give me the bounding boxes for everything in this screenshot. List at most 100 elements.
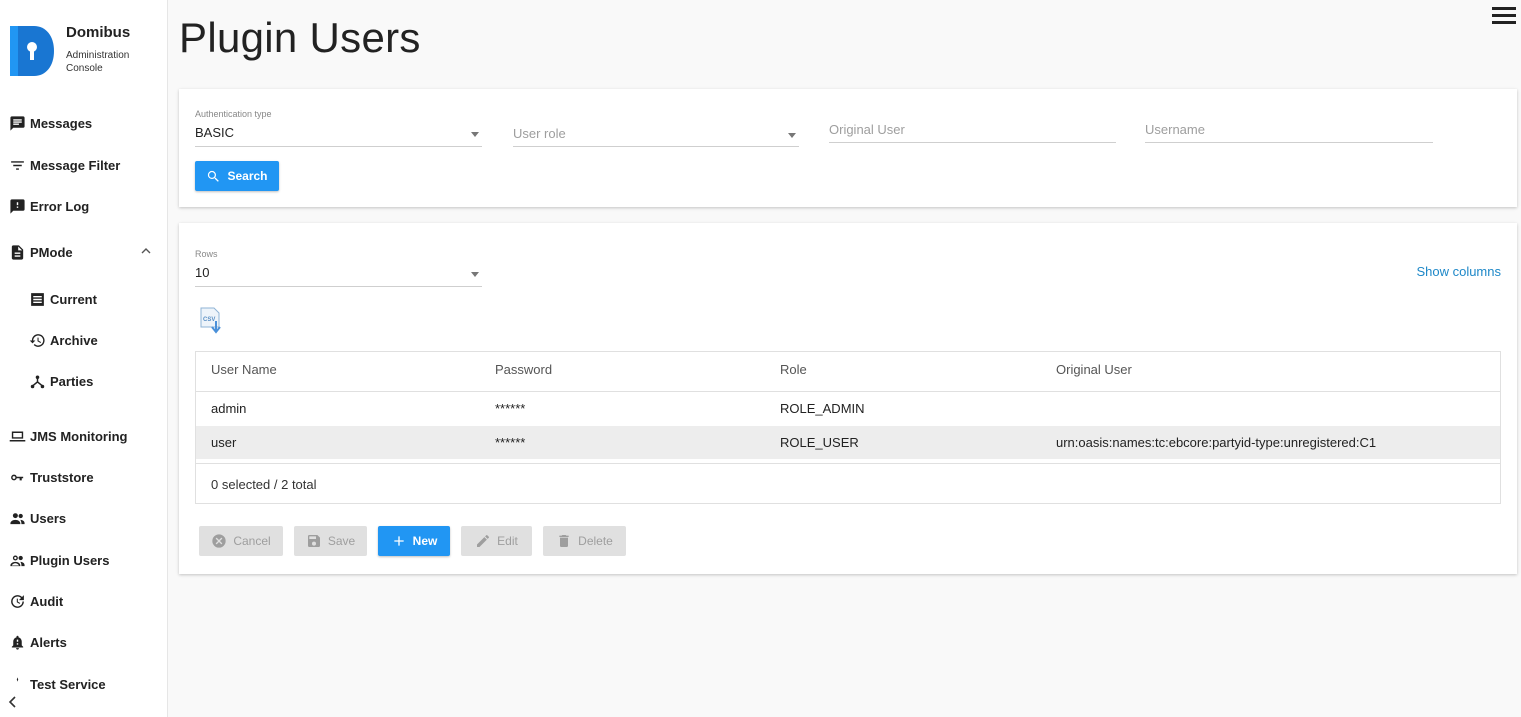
- sidebar-item-label: PMode: [30, 244, 73, 260]
- sidebar-item-current[interactable]: Current: [0, 284, 168, 314]
- test-service-icon: [8, 675, 26, 693]
- cancel-button[interactable]: Cancel: [199, 526, 283, 556]
- key-icon: [8, 468, 26, 486]
- column-header-username[interactable]: User Name: [211, 362, 277, 377]
- sidebar-item-label: Messages: [30, 115, 93, 131]
- laptop-icon: [8, 427, 26, 445]
- sidebar-item-alerts[interactable]: Alerts: [0, 627, 168, 657]
- filter-icon: [8, 156, 26, 174]
- brand: Domibus Administration Console: [10, 22, 160, 82]
- cell-role: ROLE_ADMIN: [780, 401, 865, 416]
- rows-select[interactable]: Rows 10: [195, 249, 482, 287]
- sidebar-item-test-service[interactable]: Test Service: [0, 669, 168, 699]
- table-header: User Name Password Role Original User: [196, 352, 1500, 392]
- auth-type-select[interactable]: Authentication type BASIC: [195, 109, 482, 147]
- sidebar-item-label: Message Filter: [30, 157, 121, 173]
- sidebar-item-plugin-users[interactable]: Plugin Users: [0, 545, 168, 575]
- sidebar-item-audit[interactable]: Audit: [0, 586, 168, 616]
- history-icon: [28, 331, 46, 349]
- brand-subtitle: Administration Console: [66, 50, 130, 74]
- sidebar-item-label: Truststore: [30, 469, 94, 485]
- new-button-label: New: [412, 534, 438, 548]
- sidebar-item-truststore[interactable]: Truststore: [0, 462, 168, 492]
- pencil-icon: [477, 534, 490, 547]
- save-button-label: Save: [327, 534, 356, 548]
- sidebar-item-pmode[interactable]: PMode: [0, 237, 168, 267]
- sidebar-item-label: Test Service: [30, 676, 106, 692]
- delete-button[interactable]: Delete: [543, 526, 626, 556]
- user-role-placeholder: User role: [513, 126, 566, 141]
- page-title: Plugin Users: [179, 14, 421, 61]
- search-button[interactable]: Search: [195, 161, 279, 191]
- dropdown-arrow-icon: [471, 132, 479, 137]
- username-placeholder: Username: [1145, 122, 1205, 137]
- sidebar-item-label: Audit: [30, 593, 64, 609]
- auth-type-value: BASIC: [195, 125, 235, 140]
- trash-icon: [559, 535, 569, 547]
- sidebar-item-label: Plugin Users: [30, 552, 110, 568]
- column-header-role[interactable]: Role: [780, 362, 807, 377]
- error-log-icon: [8, 197, 26, 215]
- cancel-icon: [212, 534, 226, 548]
- sidebar: Domibus Administration Console Messages …: [0, 0, 168, 717]
- sidebar-item-archive[interactable]: Archive: [0, 325, 168, 355]
- cell-username: user: [211, 435, 237, 450]
- original-user-input[interactable]: Original User: [829, 109, 1116, 143]
- plugin-users-icon: [8, 551, 26, 569]
- edit-button[interactable]: Edit: [461, 526, 532, 556]
- message-icon: [8, 114, 26, 132]
- search-button-label: Search: [227, 169, 268, 183]
- user-role-select[interactable]: User role: [513, 109, 799, 147]
- list-icon: [28, 290, 46, 308]
- save-icon: [307, 535, 320, 547]
- save-button[interactable]: Save: [294, 526, 367, 556]
- cancel-button-label: Cancel: [233, 534, 271, 548]
- column-header-original-user[interactable]: Original User: [1056, 362, 1132, 377]
- sidebar-item-jms-monitoring[interactable]: JMS Monitoring: [0, 421, 168, 451]
- domibus-logo-icon: [10, 26, 54, 76]
- sidebar-item-users[interactable]: Users: [0, 503, 168, 533]
- table-footer: 0 selected / 2 total: [196, 463, 1500, 504]
- audit-icon: [8, 592, 26, 610]
- chevron-up-icon: [141, 248, 151, 254]
- brand-title: Domibus: [66, 24, 131, 41]
- plugin-users-table: User Name Password Role Original User ad…: [195, 351, 1501, 504]
- search-icon: [208, 170, 220, 182]
- hamburger-menu-icon[interactable]: [1492, 7, 1518, 27]
- edit-button-label: Edit: [497, 534, 518, 548]
- rows-value: 10: [195, 265, 210, 280]
- users-icon: [8, 509, 26, 527]
- column-header-password[interactable]: Password: [495, 362, 552, 377]
- rows-label: Rows: [195, 249, 218, 259]
- sidebar-item-messages[interactable]: Messages: [0, 108, 168, 138]
- auth-type-label: Authentication type: [195, 109, 272, 119]
- filter-panel: Authentication type BASIC User role Orig…: [179, 89, 1517, 207]
- table-row[interactable]: user ****** ROLE_USER urn:oasis:names:tc…: [196, 426, 1500, 459]
- sidebar-item-error-log[interactable]: Error Log: [0, 191, 168, 221]
- csv-export-icon[interactable]: CSV: [199, 307, 225, 335]
- sidebar-item-label: Error Log: [30, 198, 90, 214]
- sidebar-item-parties[interactable]: Parties: [0, 366, 168, 396]
- results-panel: Rows 10 Show columns CSV User Name Passw…: [179, 223, 1517, 574]
- parties-icon: [28, 372, 46, 390]
- alert-icon: [8, 633, 26, 651]
- original-user-placeholder: Original User: [829, 122, 905, 137]
- plus-icon: [393, 536, 404, 546]
- sidebar-item-label: Parties: [50, 373, 94, 389]
- sidebar-item-label: Alerts: [30, 634, 67, 650]
- new-button[interactable]: New: [378, 526, 450, 556]
- cell-username: admin: [211, 401, 247, 416]
- table-row[interactable]: admin ****** ROLE_ADMIN: [196, 392, 1500, 425]
- username-input[interactable]: Username: [1145, 109, 1433, 143]
- cell-password: ******: [495, 401, 526, 416]
- sidebar-item-label: Users: [30, 510, 67, 526]
- cell-password: ******: [495, 435, 526, 450]
- sidebar-item-message-filter[interactable]: Message Filter: [0, 150, 168, 180]
- sidebar-item-label: Archive: [50, 332, 98, 348]
- selection-summary: 0 selected / 2 total: [211, 477, 317, 492]
- chevron-left-icon[interactable]: [6, 695, 20, 709]
- sidebar-item-label: JMS Monitoring: [30, 428, 128, 444]
- show-columns-link[interactable]: Show columns: [1416, 264, 1501, 279]
- dropdown-arrow-icon: [788, 133, 796, 138]
- svg-text:CSV: CSV: [203, 317, 215, 323]
